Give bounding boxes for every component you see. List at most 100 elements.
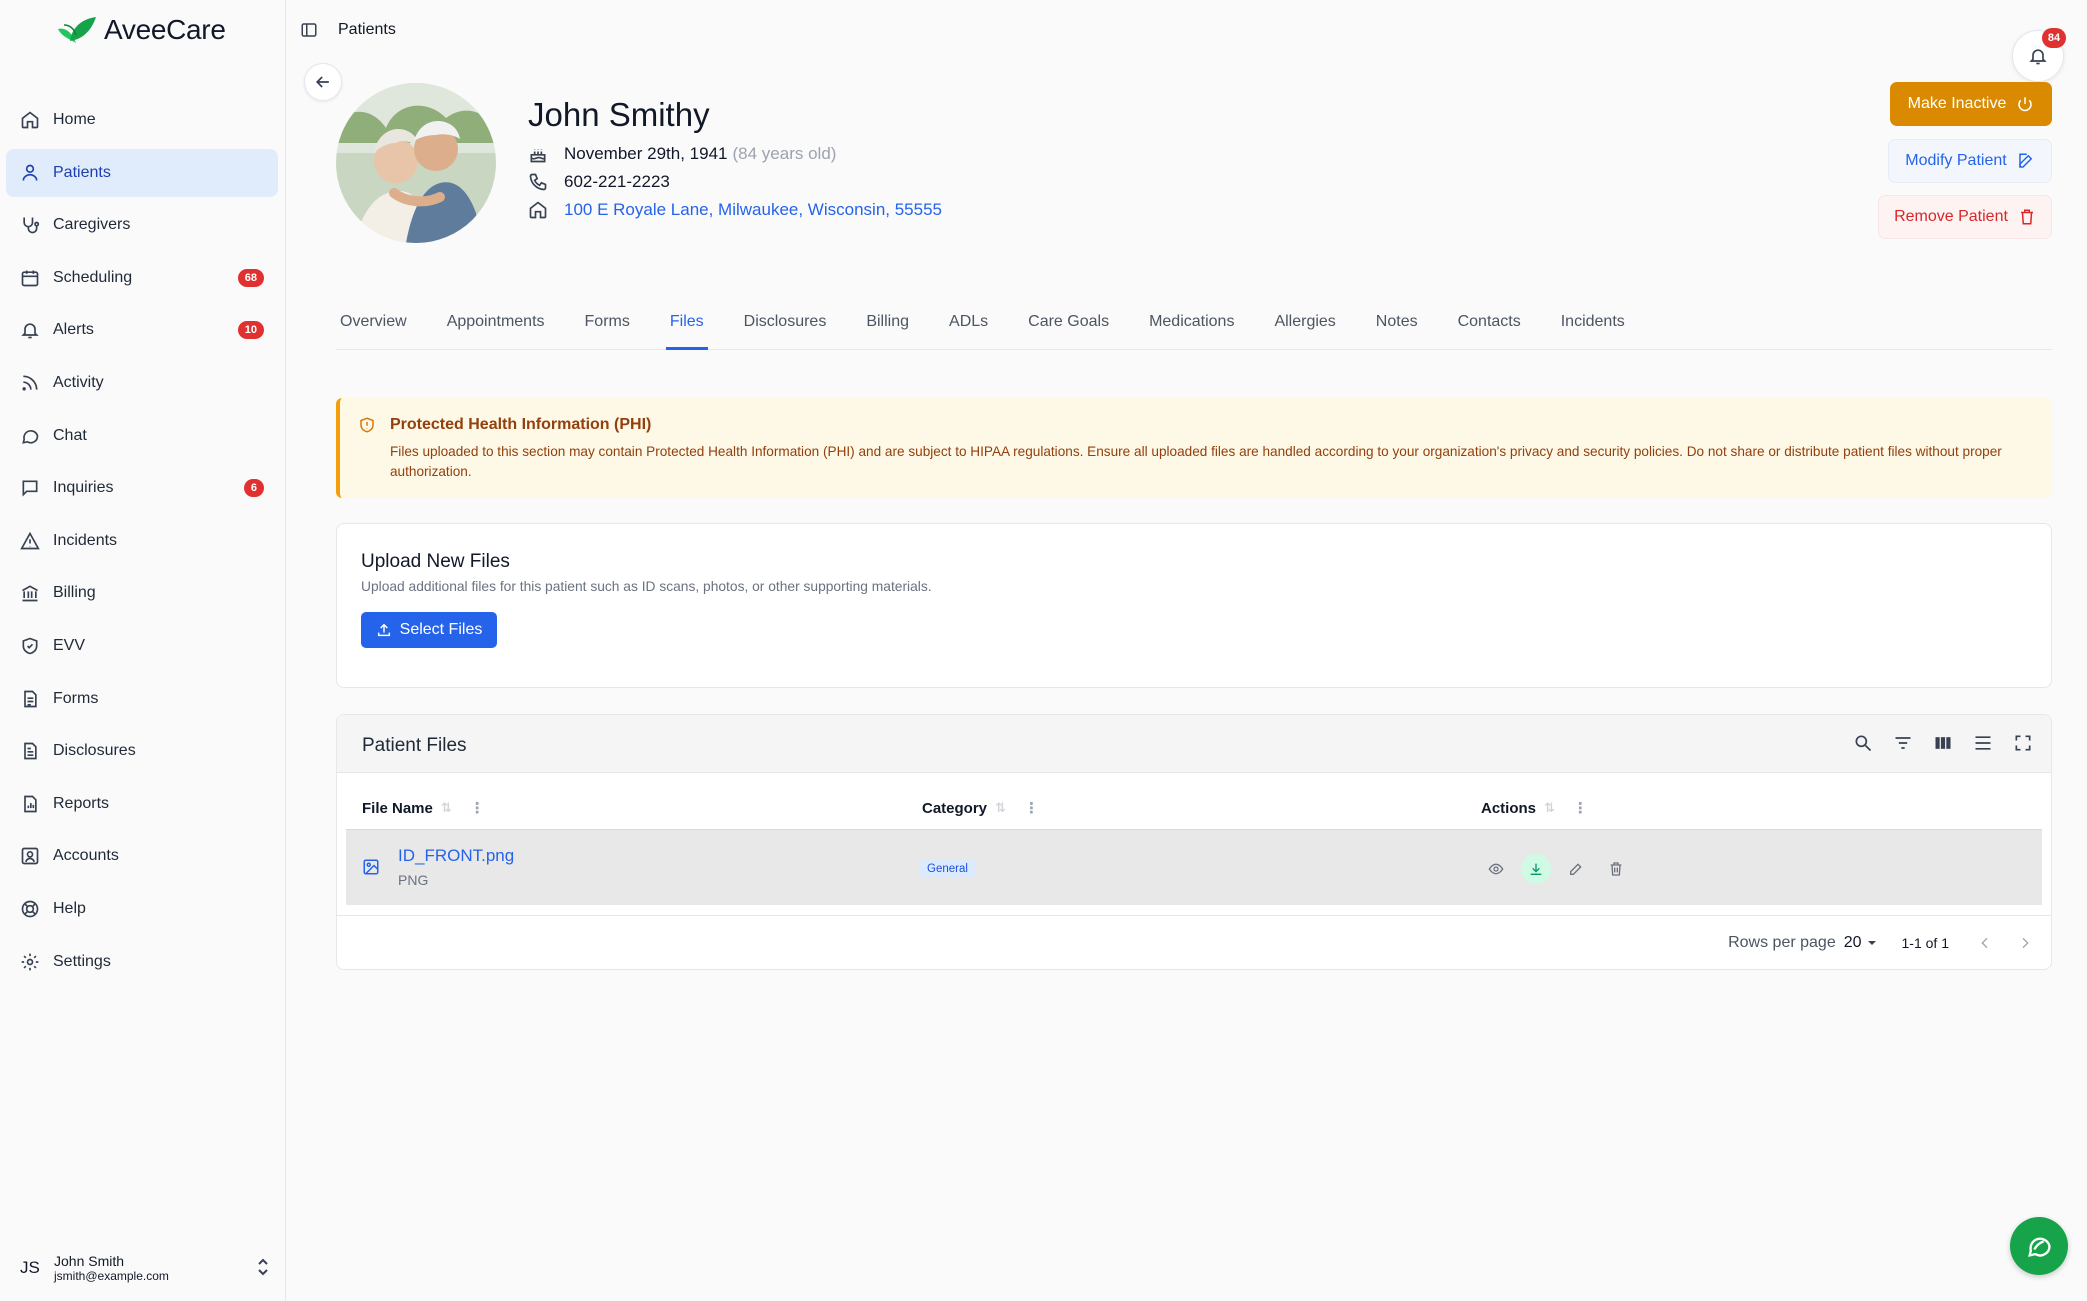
column-menu-icon[interactable]: ⋮ [1024, 799, 1039, 817]
tab-incidents[interactable]: Incidents [1557, 308, 1629, 350]
phi-title: Protected Health Information (PHI) [390, 416, 652, 433]
age-text: (84 years old) [732, 144, 837, 163]
tab-notes[interactable]: Notes [1372, 308, 1422, 350]
sidebar-toggle-icon[interactable] [300, 21, 318, 39]
avatar: JS [20, 1258, 40, 1277]
tab-billing[interactable]: Billing [862, 308, 913, 350]
prev-page-icon[interactable] [1977, 935, 1993, 951]
table-row[interactable]: ID_FRONT.png PNG General [346, 829, 2042, 905]
sidebar-item-scheduling[interactable]: Scheduling 68 [6, 254, 278, 302]
shield-alert-icon [358, 416, 376, 434]
alerts-badge: 10 [237, 321, 264, 340]
sort-icon[interactable]: ⇅ [441, 800, 452, 816]
sidebar-item-activity[interactable]: Activity [6, 359, 278, 407]
rows-per-page-label: Rows per page [1728, 933, 1836, 951]
sidebar-item-label: Reports [53, 794, 110, 812]
sidebar-item-alerts[interactable]: Alerts 10 [6, 306, 278, 354]
sidebar-item-label: Scheduling [53, 268, 133, 286]
tab-forms[interactable]: Forms [581, 308, 634, 350]
patient-photo [336, 83, 496, 243]
tab-disclosures[interactable]: Disclosures [740, 308, 831, 350]
sidebar-item-accounts[interactable]: Accounts [6, 832, 278, 880]
table-pagination: Rows per page 20 1-1 of 1 [337, 915, 2051, 969]
chevron-updown-icon[interactable] [256, 1257, 270, 1277]
tab-overview[interactable]: Overview [336, 308, 411, 350]
back-button[interactable] [304, 63, 342, 101]
phi-text: Files uploaded to this section may conta… [390, 444, 2002, 479]
sidebar-item-disclosures[interactable]: Disclosures [6, 727, 278, 775]
filter-icon[interactable] [1893, 733, 1913, 753]
column-menu-icon[interactable]: ⋮ [470, 799, 485, 817]
upload-card: Upload New Files Upload additional files… [336, 523, 2052, 688]
sidebar-item-label: Accounts [53, 847, 119, 865]
bank-icon [20, 583, 40, 603]
view-icon[interactable] [1481, 854, 1511, 884]
sidebar-item-reports[interactable]: Reports [6, 780, 278, 828]
bell-icon [20, 320, 40, 340]
caret-down-icon [1866, 937, 1878, 949]
delete-icon[interactable] [1601, 854, 1631, 884]
file-type: PNG [398, 872, 429, 888]
sidebar-item-forms[interactable]: Forms [6, 675, 278, 723]
sidebar-item-caregivers[interactable]: Caregivers [6, 201, 278, 249]
phone-text: 602-221-2223 [564, 172, 670, 191]
file-name-link[interactable]: ID_FRONT.png [398, 846, 514, 866]
patient-tabs: Overview Appointments Forms Files Disclo… [336, 308, 2052, 350]
gear-icon [20, 952, 40, 972]
sidebar-item-chat[interactable]: Chat [6, 412, 278, 460]
rows-per-page-select[interactable]: 20 [1844, 934, 1878, 952]
phone-icon [528, 172, 548, 192]
sidebar-item-evv[interactable]: EVV [6, 622, 278, 670]
density-icon[interactable] [1973, 733, 1993, 753]
dob-text: November 29th, 1941 [564, 144, 728, 163]
app-logo[interactable]: AveeCare [56, 12, 226, 48]
rows-per-page-value: 20 [1843, 933, 1862, 951]
address-link[interactable]: 100 E Royale Lane, Milwaukee, Wisconsin,… [564, 200, 942, 220]
column-header-file-name[interactable]: File Name ⇅ ⋮ [362, 799, 485, 818]
pagination-range: 1-1 of 1 [1901, 934, 1949, 951]
sidebar-item-label: Billing [53, 584, 96, 602]
table-title: Patient Files [362, 735, 467, 756]
modify-patient-button[interactable]: Modify Patient [1888, 139, 2052, 183]
sidebar-item-settings[interactable]: Settings [6, 938, 278, 986]
columns-icon[interactable] [1933, 733, 1953, 753]
sidebar-item-help[interactable]: Help [6, 885, 278, 933]
search-icon[interactable] [1853, 733, 1873, 753]
edit-pencil-icon[interactable] [1561, 854, 1591, 884]
tab-medications[interactable]: Medications [1145, 308, 1238, 350]
select-files-label: Select Files [399, 621, 483, 638]
trash-icon [2018, 208, 2036, 226]
leaf-logo-icon [56, 15, 98, 45]
sidebar-item-inquiries[interactable]: Inquiries 6 [6, 464, 278, 512]
remove-patient-button[interactable]: Remove Patient [1878, 195, 2052, 239]
category-chip: General [920, 860, 975, 878]
tab-appointments[interactable]: Appointments [443, 308, 549, 350]
sidebar-item-billing[interactable]: Billing [6, 569, 278, 617]
sort-icon[interactable]: ⇅ [1544, 800, 1555, 816]
sidebar-item-label: Incidents [53, 531, 118, 549]
download-icon[interactable] [1521, 854, 1551, 884]
column-menu-icon[interactable]: ⋮ [1573, 799, 1588, 817]
user-menu[interactable]: JS John Smith jsmith@example.com [0, 1235, 286, 1301]
fullscreen-icon[interactable] [2013, 733, 2033, 753]
sidebar-item-label: Activity [53, 373, 104, 391]
sidebar-item-incidents[interactable]: Incidents [6, 517, 278, 565]
tab-allergies[interactable]: Allergies [1270, 308, 1339, 350]
tab-contacts[interactable]: Contacts [1454, 308, 1525, 350]
column-header-category[interactable]: Category ⇅ ⋮ [922, 799, 1039, 818]
make-inactive-button[interactable]: Make Inactive [1890, 82, 2052, 126]
sidebar-item-home[interactable]: Home [6, 96, 278, 144]
tab-care-goals[interactable]: Care Goals [1024, 308, 1113, 350]
app-name: AveeCare [104, 14, 226, 45]
birthday-cake-icon [528, 144, 548, 164]
sort-icon[interactable]: ⇅ [995, 800, 1006, 816]
column-header-actions[interactable]: Actions ⇅ ⋮ [1481, 799, 1588, 818]
tab-files[interactable]: Files [665, 308, 708, 350]
account-icon [20, 846, 40, 866]
sidebar-item-patients[interactable]: Patients [6, 148, 278, 197]
tab-adls[interactable]: ADLs [945, 308, 992, 350]
select-files-button[interactable]: Select Files [361, 612, 497, 648]
sidebar-item-label: Help [53, 899, 86, 917]
next-page-icon[interactable] [2017, 935, 2033, 951]
chat-fab-button[interactable] [2010, 1217, 2068, 1275]
